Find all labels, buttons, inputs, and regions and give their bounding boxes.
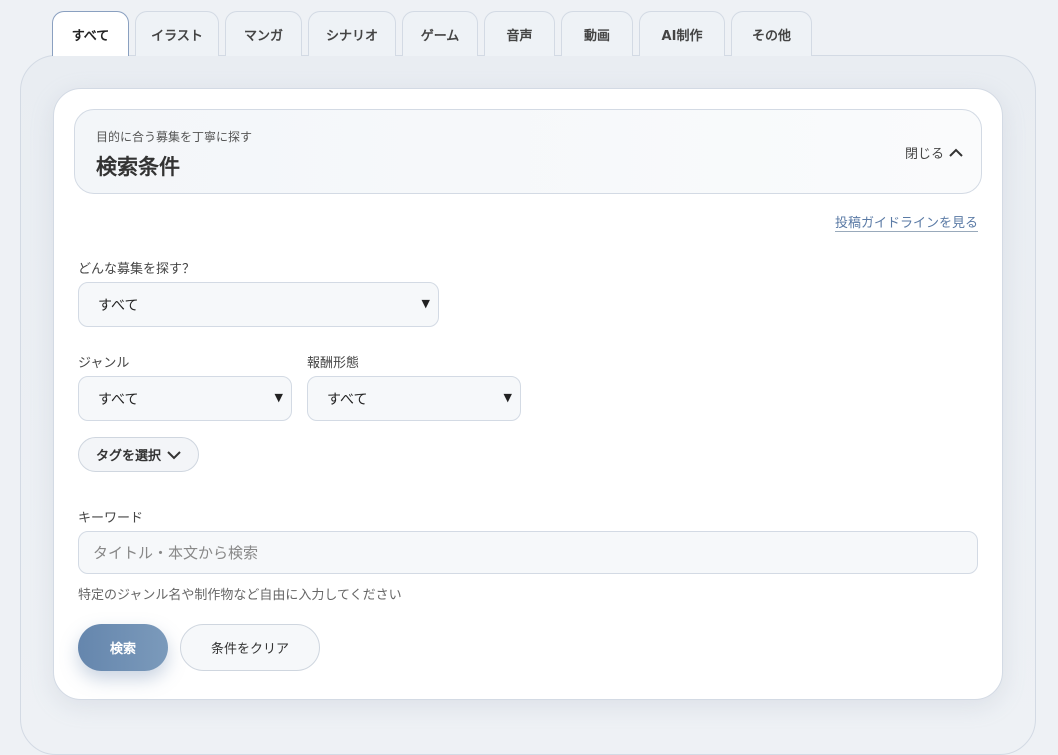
chevron-down-icon: ▼ xyxy=(274,391,283,404)
collapse-label: 閉じる xyxy=(904,147,944,162)
header-subtitle: 目的に合う募集を丁寧に探す xyxy=(96,130,253,144)
clear-button[interactable]: 条件をクリア xyxy=(180,624,320,671)
chevron-down-icon xyxy=(167,450,181,459)
type-label: どんな募集を探す？ xyxy=(78,262,196,277)
category-tabs: すべて イラスト マンガ シナリオ ゲーム 音声 動画 AI制作 その他 xyxy=(52,11,812,56)
chevron-up-icon xyxy=(949,148,963,157)
genre-select[interactable]: すべて ▼ xyxy=(78,376,292,421)
tab-all[interactable]: すべて xyxy=(52,11,129,56)
keyword-input[interactable] xyxy=(78,531,978,574)
tab-voice[interactable]: 音声 xyxy=(484,11,555,56)
search-button[interactable]: 検索 xyxy=(78,624,168,671)
tab-ai[interactable]: AI制作 xyxy=(639,11,725,56)
keyword-label: キーワード xyxy=(78,511,144,526)
tab-other[interactable]: その他 xyxy=(731,11,812,56)
tab-scenario[interactable]: シナリオ xyxy=(308,11,396,56)
genre-label: ジャンル xyxy=(78,356,130,371)
chevron-down-icon: ▼ xyxy=(421,297,430,310)
reward-label: 報酬形態 xyxy=(307,356,360,371)
type-value: すべて xyxy=(98,297,139,314)
tab-illust[interactable]: イラスト xyxy=(135,11,219,56)
tag-select-button[interactable]: タグを選択 xyxy=(78,437,199,472)
genre-value: すべて xyxy=(98,391,139,408)
type-select[interactable]: すべて ▼ xyxy=(78,282,439,327)
reward-value: すべて xyxy=(327,391,368,408)
tab-manga[interactable]: マンガ xyxy=(225,11,302,56)
collapse-button[interactable]: 閉じる xyxy=(905,143,963,162)
page-title: 検索条件 xyxy=(96,155,180,179)
chevron-down-icon: ▼ xyxy=(503,391,512,404)
tag-select-label: タグを選択 xyxy=(95,449,161,464)
reward-select[interactable]: すべて ▼ xyxy=(307,376,521,421)
search-header: 目的に合う募集を丁寧に探す 検索条件 閉じる xyxy=(74,109,982,194)
tab-game[interactable]: ゲーム xyxy=(402,11,478,56)
keyword-hint: 特定のジャンル名や制作物など自由に入力してください xyxy=(78,588,402,603)
tab-video[interactable]: 動画 xyxy=(561,11,633,56)
guideline-link[interactable]: 投稿ガイドラインを見る xyxy=(834,212,978,232)
search-card: 目的に合う募集を丁寧に探す 検索条件 閉じる 投稿ガイドラインを見る どんな募集… xyxy=(53,88,1003,700)
